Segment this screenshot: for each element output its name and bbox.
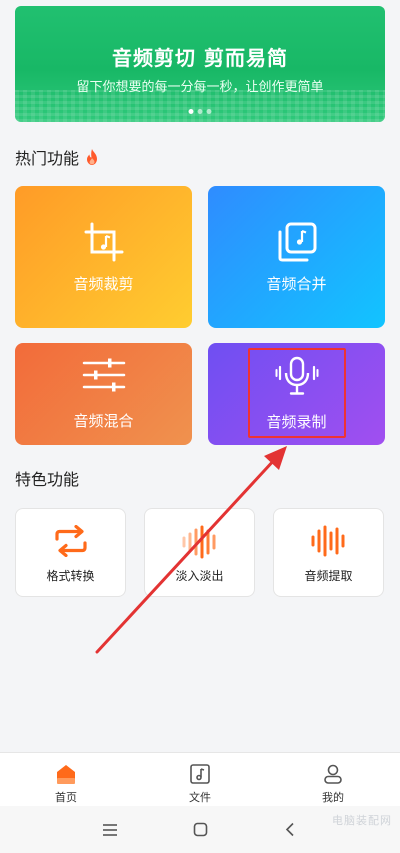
- watermark: 电脑装配网: [332, 814, 392, 827]
- extract-waveform-icon: [311, 525, 344, 557]
- pagination-dot: [197, 109, 203, 114]
- tab-home[interactable]: 首页: [26, 753, 106, 807]
- tab-files[interactable]: 文件: [160, 753, 240, 807]
- banner-subtitle: 留下你想要的每一分每一秒，让创作更简单: [76, 80, 324, 95]
- fire-icon: [87, 149, 98, 165]
- highlight-box: [248, 348, 346, 438]
- format-convert-label: 格式转换: [46, 569, 95, 583]
- home-icon: [57, 765, 75, 784]
- audio-trim-card[interactable]: 音频裁剪: [15, 186, 192, 328]
- crop-music-icon: [84, 222, 123, 262]
- profile-icon: [324, 764, 342, 784]
- banner-pagination: [188, 109, 212, 114]
- mixer-sliders-icon: [82, 358, 125, 392]
- tab-files-label: 文件: [189, 791, 211, 804]
- audio-mix-label: 音频混合: [73, 412, 134, 430]
- audio-merge-label: 音频合并: [266, 275, 327, 293]
- fade-card[interactable]: 淡入淡出: [144, 508, 255, 597]
- bottom-tab-bar: 首页 文件 我的: [0, 752, 400, 807]
- fade-label: 淡入淡出: [175, 569, 224, 583]
- audio-merge-card[interactable]: 音频合并: [208, 186, 385, 328]
- music-file-icon: [190, 764, 210, 784]
- tab-profile-label: 我的: [322, 791, 344, 804]
- home-square-icon[interactable]: [193, 822, 208, 837]
- feature-section-label: 特色功能: [15, 470, 80, 489]
- menu-icon[interactable]: [102, 823, 118, 837]
- promo-banner[interactable]: 音频剪切 剪而易简 留下你想要的每一分每一秒，让创作更简单: [15, 6, 385, 122]
- pagination-dot: [188, 109, 194, 114]
- audio-extract-label: 音频提取: [304, 569, 353, 583]
- merge-music-icon: [278, 222, 316, 262]
- fade-waveform-icon: [182, 525, 215, 559]
- tab-profile[interactable]: 我的: [293, 753, 373, 807]
- tab-home-label: 首页: [55, 791, 77, 804]
- hot-section-title: 热门功能: [15, 145, 99, 169]
- audio-mix-card[interactable]: 音频混合: [15, 343, 192, 445]
- pagination-dot: [206, 109, 212, 114]
- convert-arrows-icon: [54, 525, 87, 557]
- feature-section-title: 特色功能: [15, 466, 79, 490]
- audio-extract-card[interactable]: 音频提取: [273, 508, 384, 597]
- hot-section-label: 热门功能: [15, 149, 80, 168]
- back-icon[interactable]: [285, 822, 295, 837]
- audio-trim-label: 音频裁剪: [73, 275, 134, 293]
- format-convert-card[interactable]: 格式转换: [15, 508, 126, 597]
- banner-title: 音频剪切 剪而易简: [112, 46, 288, 70]
